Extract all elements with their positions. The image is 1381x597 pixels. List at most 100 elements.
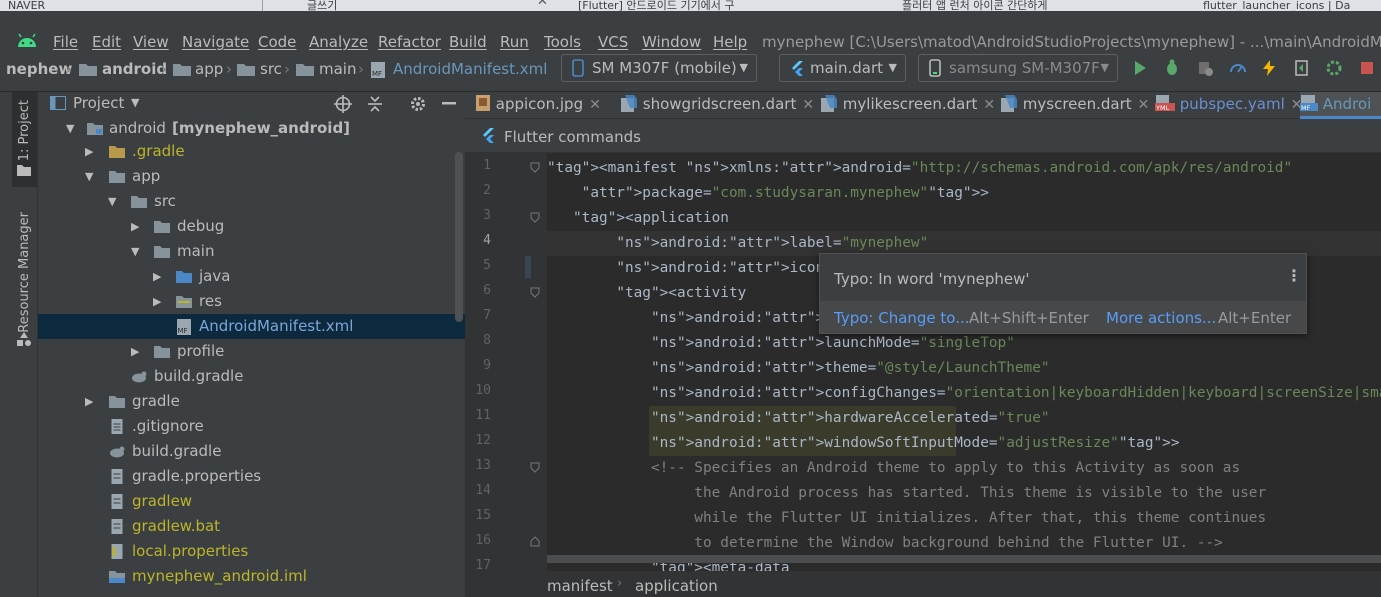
code-editor[interactable]: "tag"><manifest "ns">xmlns:"attr">androi… <box>547 153 1381 571</box>
menu-vcs[interactable]: VCS <box>598 33 628 51</box>
minimize-icon[interactable] <box>442 102 456 106</box>
tab-pubspec[interactable]: YML pubspec.yaml ✕ <box>1155 92 1303 119</box>
menu-edit[interactable]: Edit <box>92 33 121 51</box>
tree-item-debug[interactable]: ▶ debug <box>38 214 465 239</box>
target-device-label: samsung SM-M307F <box>949 59 1100 77</box>
browser-tab[interactable]: [Flutter] 안드로이드 기기에서 구 <box>578 0 848 11</box>
tree-item-build-gradle[interactable]: build.gradle <box>38 439 465 464</box>
run-icon[interactable] <box>1131 59 1149 77</box>
breadcrumb-app[interactable]: app <box>195 60 223 78</box>
hot-restart-icon[interactable] <box>1293 59 1311 77</box>
manifest-file-icon: MF <box>177 319 191 335</box>
breadcrumb-main[interactable]: main <box>319 60 356 78</box>
menu-help[interactable]: Help <box>713 33 747 51</box>
tree-item-iml[interactable]: mynephew_android.iml <box>38 564 465 589</box>
gear-icon[interactable] <box>409 95 427 113</box>
menu-bar: File Edit View Navigate Code Analyze Ref… <box>0 11 1381 54</box>
chevron-down-icon[interactable]: ▼ <box>131 96 139 109</box>
tree-item-gradle-properties[interactable]: gradle.properties <box>38 464 465 489</box>
menu-run[interactable]: Run <box>500 33 529 51</box>
project-tool-tab[interactable]: 1: Project <box>12 92 37 187</box>
breadcrumb-manifest[interactable]: manifest <box>547 577 613 595</box>
collapse-all-icon[interactable] <box>366 95 384 113</box>
tab-appicon[interactable]: appicon.jpg ✕ <box>475 92 601 119</box>
hot-reload-icon[interactable] <box>1260 59 1278 77</box>
tree-item-androidmanifest[interactable]: MF AndroidManifest.xml <box>38 314 465 339</box>
folder-icon <box>17 165 31 176</box>
tree-item-label: debug <box>177 217 225 235</box>
typo-change-to-link[interactable]: Typo: Change to... <box>834 309 970 327</box>
fold-icon[interactable] <box>529 536 541 548</box>
tree-item-label: gradle.properties <box>132 467 262 485</box>
apply-changes-icon[interactable] <box>1325 59 1343 77</box>
tab-myscreen[interactable]: myscreen.dart ✕ <box>1000 92 1149 119</box>
locate-file-icon[interactable] <box>334 95 352 113</box>
run-config-selector[interactable]: main.dart ▼ <box>779 54 906 82</box>
browser-tab-title: 글쓰기 <box>307 0 338 11</box>
menu-tools[interactable]: Tools <box>544 33 581 51</box>
tree-item-gradlew-bat[interactable]: gradlew.bat <box>38 514 465 539</box>
menu-analyze[interactable]: Analyze <box>309 33 368 51</box>
tree-item-gradlew[interactable]: gradlew <box>38 489 465 514</box>
breadcrumb-application[interactable]: application <box>635 577 718 595</box>
menu-refactor[interactable]: Refactor <box>378 33 441 51</box>
tree-scrollbar[interactable] <box>455 152 463 322</box>
more-actions-link[interactable]: More actions... <box>1106 309 1216 327</box>
close-icon[interactable]: ✕ <box>589 97 601 113</box>
browser-tab[interactable]: 글쓰기 ✕ <box>307 0 547 11</box>
project-panel-title[interactable]: Project <box>73 94 124 112</box>
tree-item-app-build-gradle[interactable]: build.gradle <box>38 364 465 389</box>
tree-item-res[interactable]: ▶ res <box>38 289 465 314</box>
breadcrumb-project[interactable]: nephew <box>6 60 72 78</box>
menu-view[interactable]: View <box>133 33 169 51</box>
device-selector[interactable]: SM M307F (mobile) ▼ <box>561 54 757 82</box>
tab-mylikescreen[interactable]: mylikescreen.dart ✕ <box>820 92 995 119</box>
folder-icon <box>154 346 170 358</box>
tree-item-android[interactable]: ▼ android [mynephew_android] <box>38 116 465 141</box>
tree-item-java[interactable]: ▶ java <box>38 264 465 289</box>
browser-tab[interactable]: NAVER <box>8 0 248 11</box>
fold-icon[interactable] <box>529 461 541 473</box>
close-icon[interactable]: ✕ <box>537 0 547 8</box>
close-icon[interactable]: ✕ <box>1138 97 1150 113</box>
fold-icon[interactable] <box>529 286 541 298</box>
close-icon[interactable]: ✕ <box>983 97 995 113</box>
breadcrumb-src[interactable]: src <box>260 60 282 78</box>
fold-icon[interactable] <box>529 211 541 223</box>
stop-icon[interactable] <box>1358 59 1376 77</box>
target-device-selector[interactable]: samsung SM-M307F ▼ <box>918 54 1118 82</box>
tab-androidmanifest[interactable]: MF Androi <box>1300 92 1381 119</box>
menu-build[interactable]: Build <box>449 33 487 51</box>
resource-manager-tab[interactable]: Resource Manager <box>12 207 37 352</box>
fold-icon[interactable] <box>529 161 541 173</box>
horizontal-scrollbar[interactable] <box>547 555 1381 563</box>
tab-showgridscreen[interactable]: showgridscreen.dart ✕ <box>620 92 814 119</box>
tree-item-src[interactable]: ▼ src <box>38 189 465 214</box>
tree-item-profile[interactable]: ▶ profile <box>38 339 465 364</box>
menu-navigate[interactable]: Navigate <box>182 33 249 51</box>
tree-item-main[interactable]: ▼ main <box>38 239 465 264</box>
menu-code[interactable]: Code <box>258 33 296 51</box>
close-icon[interactable]: ✕ <box>802 97 814 113</box>
breadcrumb-android[interactable]: android <box>102 60 167 78</box>
more-options-icon[interactable]: ⋮ <box>1286 266 1302 285</box>
tree-item-local-properties[interactable]: local.properties <box>38 539 465 564</box>
tree-item-app[interactable]: ▼ app <box>38 164 465 189</box>
tree-item-gradle-folder[interactable]: ▶ gradle <box>38 389 465 414</box>
profile-icon[interactable] <box>1229 59 1247 77</box>
menu-file[interactable]: File <box>53 33 78 51</box>
attach-debugger-icon[interactable] <box>1196 59 1214 77</box>
change-marker <box>525 256 531 278</box>
debug-icon[interactable] <box>1163 59 1181 77</box>
flutter-commands-link[interactable]: Flutter commands <box>504 128 641 146</box>
tree-item-gitignore[interactable]: .gitignore <box>38 414 465 439</box>
tab-label: appicon.jpg <box>495 95 584 113</box>
project-tool-label: 1: Project <box>17 100 32 162</box>
tree-item-gradle-dir[interactable]: ▶ .gradle <box>38 139 465 164</box>
code-line: while the Flutter UI initializes. After … <box>547 510 1267 526</box>
browser-tab[interactable]: flutter_launcher_icons | Da <box>1135 0 1381 11</box>
project-view-icon <box>50 96 66 110</box>
menu-window[interactable]: Window <box>642 33 701 51</box>
browser-tab[interactable]: 플러터 앱 런처 아이콘 간단하게 <box>862 0 1122 11</box>
breadcrumb-file[interactable]: AndroidManifest.xml <box>393 60 547 78</box>
